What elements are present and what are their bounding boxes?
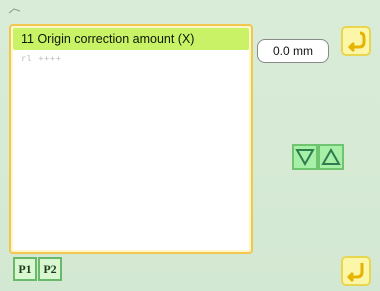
parameter-title: 11 Origin correction amount (X) (21, 32, 195, 46)
enter-return-icon (347, 31, 366, 52)
triangle-up-icon (321, 148, 341, 165)
page-1-button[interactable]: P1 (13, 257, 37, 281)
value-text: 0.0 mm (272, 44, 313, 58)
increment-button[interactable] (318, 144, 344, 170)
return-back-icon (346, 263, 364, 282)
indicator-mark-icon (8, 8, 21, 14)
triangle-down-icon (295, 149, 315, 166)
page-2-label: P2 (43, 261, 57, 276)
page-2-button[interactable]: P2 (38, 257, 62, 281)
parameter-sub-text: rl ++++ (21, 54, 62, 63)
enter-button[interactable] (341, 26, 371, 56)
parameter-list-panel: 11 Origin correction amount (X) rl ++++ (9, 24, 253, 254)
decrement-button[interactable] (292, 144, 318, 170)
return-button[interactable] (341, 256, 371, 286)
page-1-label: P1 (18, 261, 32, 276)
value-display[interactable]: 0.0 mm (257, 39, 329, 63)
selected-parameter-row[interactable]: 11 Origin correction amount (X) (13, 28, 249, 50)
